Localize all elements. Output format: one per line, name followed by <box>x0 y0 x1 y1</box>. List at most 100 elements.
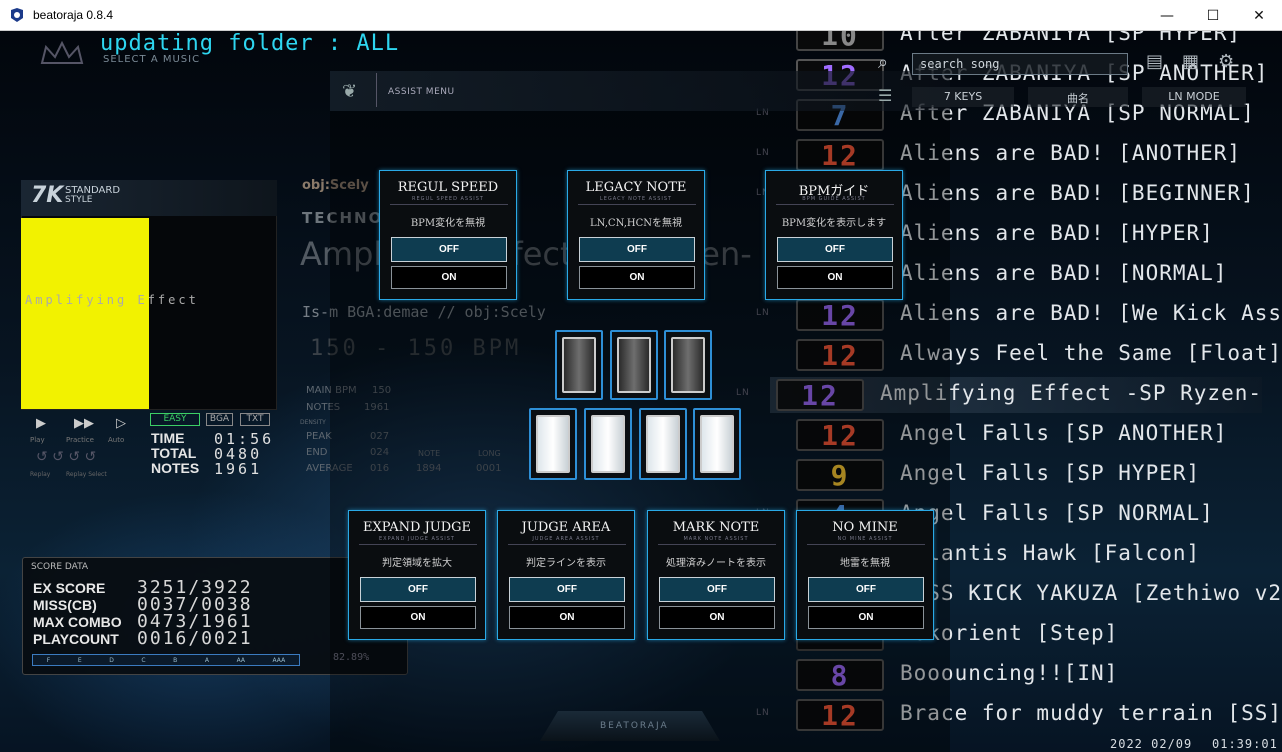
key-mode-button[interactable]: 7 KEYS <box>912 87 1014 107</box>
clock: 01:39:01 <box>1212 737 1278 751</box>
style-style: STYLE <box>65 195 93 205</box>
song-title: After ZABANIYA [SP HYPER] <box>900 31 1242 45</box>
off-button[interactable]: OFF <box>360 577 476 602</box>
off-button[interactable]: OFF <box>579 237 695 262</box>
song-title: Aliens are BAD! [ANOTHER] <box>900 141 1242 165</box>
game-stage: updating folder : ALL SELECT A MUSIC 7K … <box>0 31 1282 752</box>
song-title: Brace for muddy terrain [SS] <box>900 701 1282 725</box>
rank-bar: F E D C B A AA AAA <box>32 654 300 666</box>
close-button[interactable]: ✕ <box>1236 0 1282 31</box>
off-button[interactable]: OFF <box>808 577 924 602</box>
black-key-2[interactable] <box>610 330 658 400</box>
song-row[interactable]: 10 After ZABANIYA [SP HYPER] <box>790 31 1282 53</box>
divider <box>658 544 776 545</box>
rank-label: B <box>173 656 178 664</box>
divider <box>508 544 626 545</box>
assist-description: 判定領域を拡大 <box>382 558 452 569</box>
total-label: TOTAL <box>151 445 197 461</box>
assist-subtitle: EXPAND JUDGE ASSIST <box>379 536 455 542</box>
score-header: SCORE DATA <box>31 562 89 572</box>
maximize-button[interactable]: ☐ <box>1190 0 1236 31</box>
assist-description: 処理済みノートを表示 <box>666 558 766 569</box>
playcount-label: PLAYCOUNT <box>33 631 119 647</box>
black-key-1[interactable] <box>555 330 603 400</box>
play-label: Play <box>30 436 45 444</box>
practice-label: Practice <box>66 436 94 444</box>
replay-icons[interactable]: ↺ ↺ ↺ ↺ <box>36 449 96 465</box>
divider <box>359 544 477 545</box>
off-button[interactable]: OFF <box>777 237 893 262</box>
assist-subtitle: BPM GUIDE ASSIST <box>802 196 866 202</box>
assist-title: REGUL SPEED <box>397 180 499 195</box>
preview-title: Amplifying Effect <box>25 293 199 307</box>
practice-icon[interactable]: ▶▶ <box>74 416 94 431</box>
song-title: Always Feel the Same [Float] <box>900 341 1282 365</box>
style-7k: 7K <box>31 183 64 208</box>
ln-mode-button[interactable]: LN MODE <box>1142 87 1246 107</box>
assist-description: BPM変化を表示します <box>781 218 887 229</box>
assist-expand-judge: EXPAND JUDGE EXPAND JUDGE ASSIST 判定領域を拡大… <box>348 510 486 640</box>
replay-select-label: Replay Select <box>66 471 107 478</box>
playcount-value: 0016/0021 <box>137 628 253 649</box>
assist-subtitle: MARK NOTE ASSIST <box>683 536 749 542</box>
assist-description: BPM変化を無視 <box>410 218 486 229</box>
divider <box>807 544 925 545</box>
ex-score-label: EX SCORE <box>33 580 106 596</box>
rank-label: D <box>109 656 114 664</box>
auto-icon[interactable]: ▷ <box>116 416 126 431</box>
song-title: Aliens are BAD! [BEGINNER] <box>900 181 1255 205</box>
app-window: beatoraja 0.8.4 — ☐ ✕ updating folder : … <box>0 0 1282 752</box>
bga-yellow-panel <box>21 218 149 409</box>
on-button[interactable]: ON <box>579 266 695 289</box>
notes-label: NOTES <box>151 460 200 476</box>
on-button[interactable]: ON <box>808 606 924 629</box>
on-button[interactable]: ON <box>659 606 775 629</box>
assist-subtitle: REGUL SPEED ASSIST <box>412 196 484 202</box>
document-icon[interactable]: ▤ <box>1146 51 1163 72</box>
on-button[interactable]: ON <box>777 266 893 289</box>
crown-icon <box>40 41 84 64</box>
white-key-4[interactable] <box>693 408 741 480</box>
title-bar: beatoraja 0.8.4 — ☐ ✕ <box>0 0 1282 31</box>
bga-badge: BGA <box>206 413 233 426</box>
off-button[interactable]: OFF <box>509 577 625 602</box>
assist-regul-speed: REGUL SPEED REGUL SPEED ASSIST BPM変化を無視 … <box>379 170 517 300</box>
assist-subtitle: NO MINE ASSIST <box>837 536 893 542</box>
off-button[interactable]: OFF <box>391 237 507 262</box>
song-title: Aliens are BAD! [We Kick Ass!] <box>900 301 1282 325</box>
play-icon[interactable]: ▶ <box>36 416 46 431</box>
black-key-3[interactable] <box>664 330 712 400</box>
white-key-1[interactable] <box>529 408 577 480</box>
sort-button[interactable]: 曲名 <box>1028 87 1128 107</box>
assist-title: LEGACY NOTE <box>585 180 687 195</box>
assist-title: JUDGE AREA <box>521 520 611 535</box>
white-key-2[interactable] <box>584 408 632 480</box>
assist-description: 判定ラインを表示 <box>526 558 606 569</box>
assist-divider <box>376 73 377 107</box>
on-button[interactable]: ON <box>509 606 625 629</box>
time-label: TIME <box>151 430 185 446</box>
divider <box>578 204 696 205</box>
on-button[interactable]: ON <box>360 606 476 629</box>
grid-icon[interactable]: ▦ <box>1182 51 1199 72</box>
assist-description: LN,CN,HCNを無視 <box>590 218 682 229</box>
rank-label: AA <box>236 656 245 664</box>
end-label: END <box>306 447 328 458</box>
list-icon[interactable]: ☰ <box>878 86 892 105</box>
assist-legacy-note: LEGACY NOTE LEGACY NOTE ASSIST LN,CN,HCN… <box>567 170 705 300</box>
notes-value: 1961 <box>214 460 263 478</box>
assist-judge-area: JUDGE AREA JUDGE AREA ASSIST 判定ラインを表示 OF… <box>497 510 635 640</box>
on-button[interactable]: ON <box>391 266 507 289</box>
assist-menu-label: ASSIST MENU <box>388 87 455 97</box>
assist-mark-note: MARK NOTE MARK NOTE ASSIST 処理済みノートを表示 OF… <box>647 510 785 640</box>
white-key-3[interactable] <box>639 408 687 480</box>
divider <box>776 204 894 205</box>
update-status: updating folder : ALL <box>100 31 400 56</box>
gear-icon[interactable]: ⚙ <box>1218 51 1234 72</box>
search-input[interactable]: search song <box>912 53 1128 75</box>
assist-title: NO MINE <box>832 520 898 535</box>
off-button[interactable]: OFF <box>659 577 775 602</box>
minimize-button[interactable]: — <box>1144 0 1190 31</box>
search-icon[interactable]: ⌕ <box>878 52 888 73</box>
level-badge: 10 <box>796 31 884 52</box>
